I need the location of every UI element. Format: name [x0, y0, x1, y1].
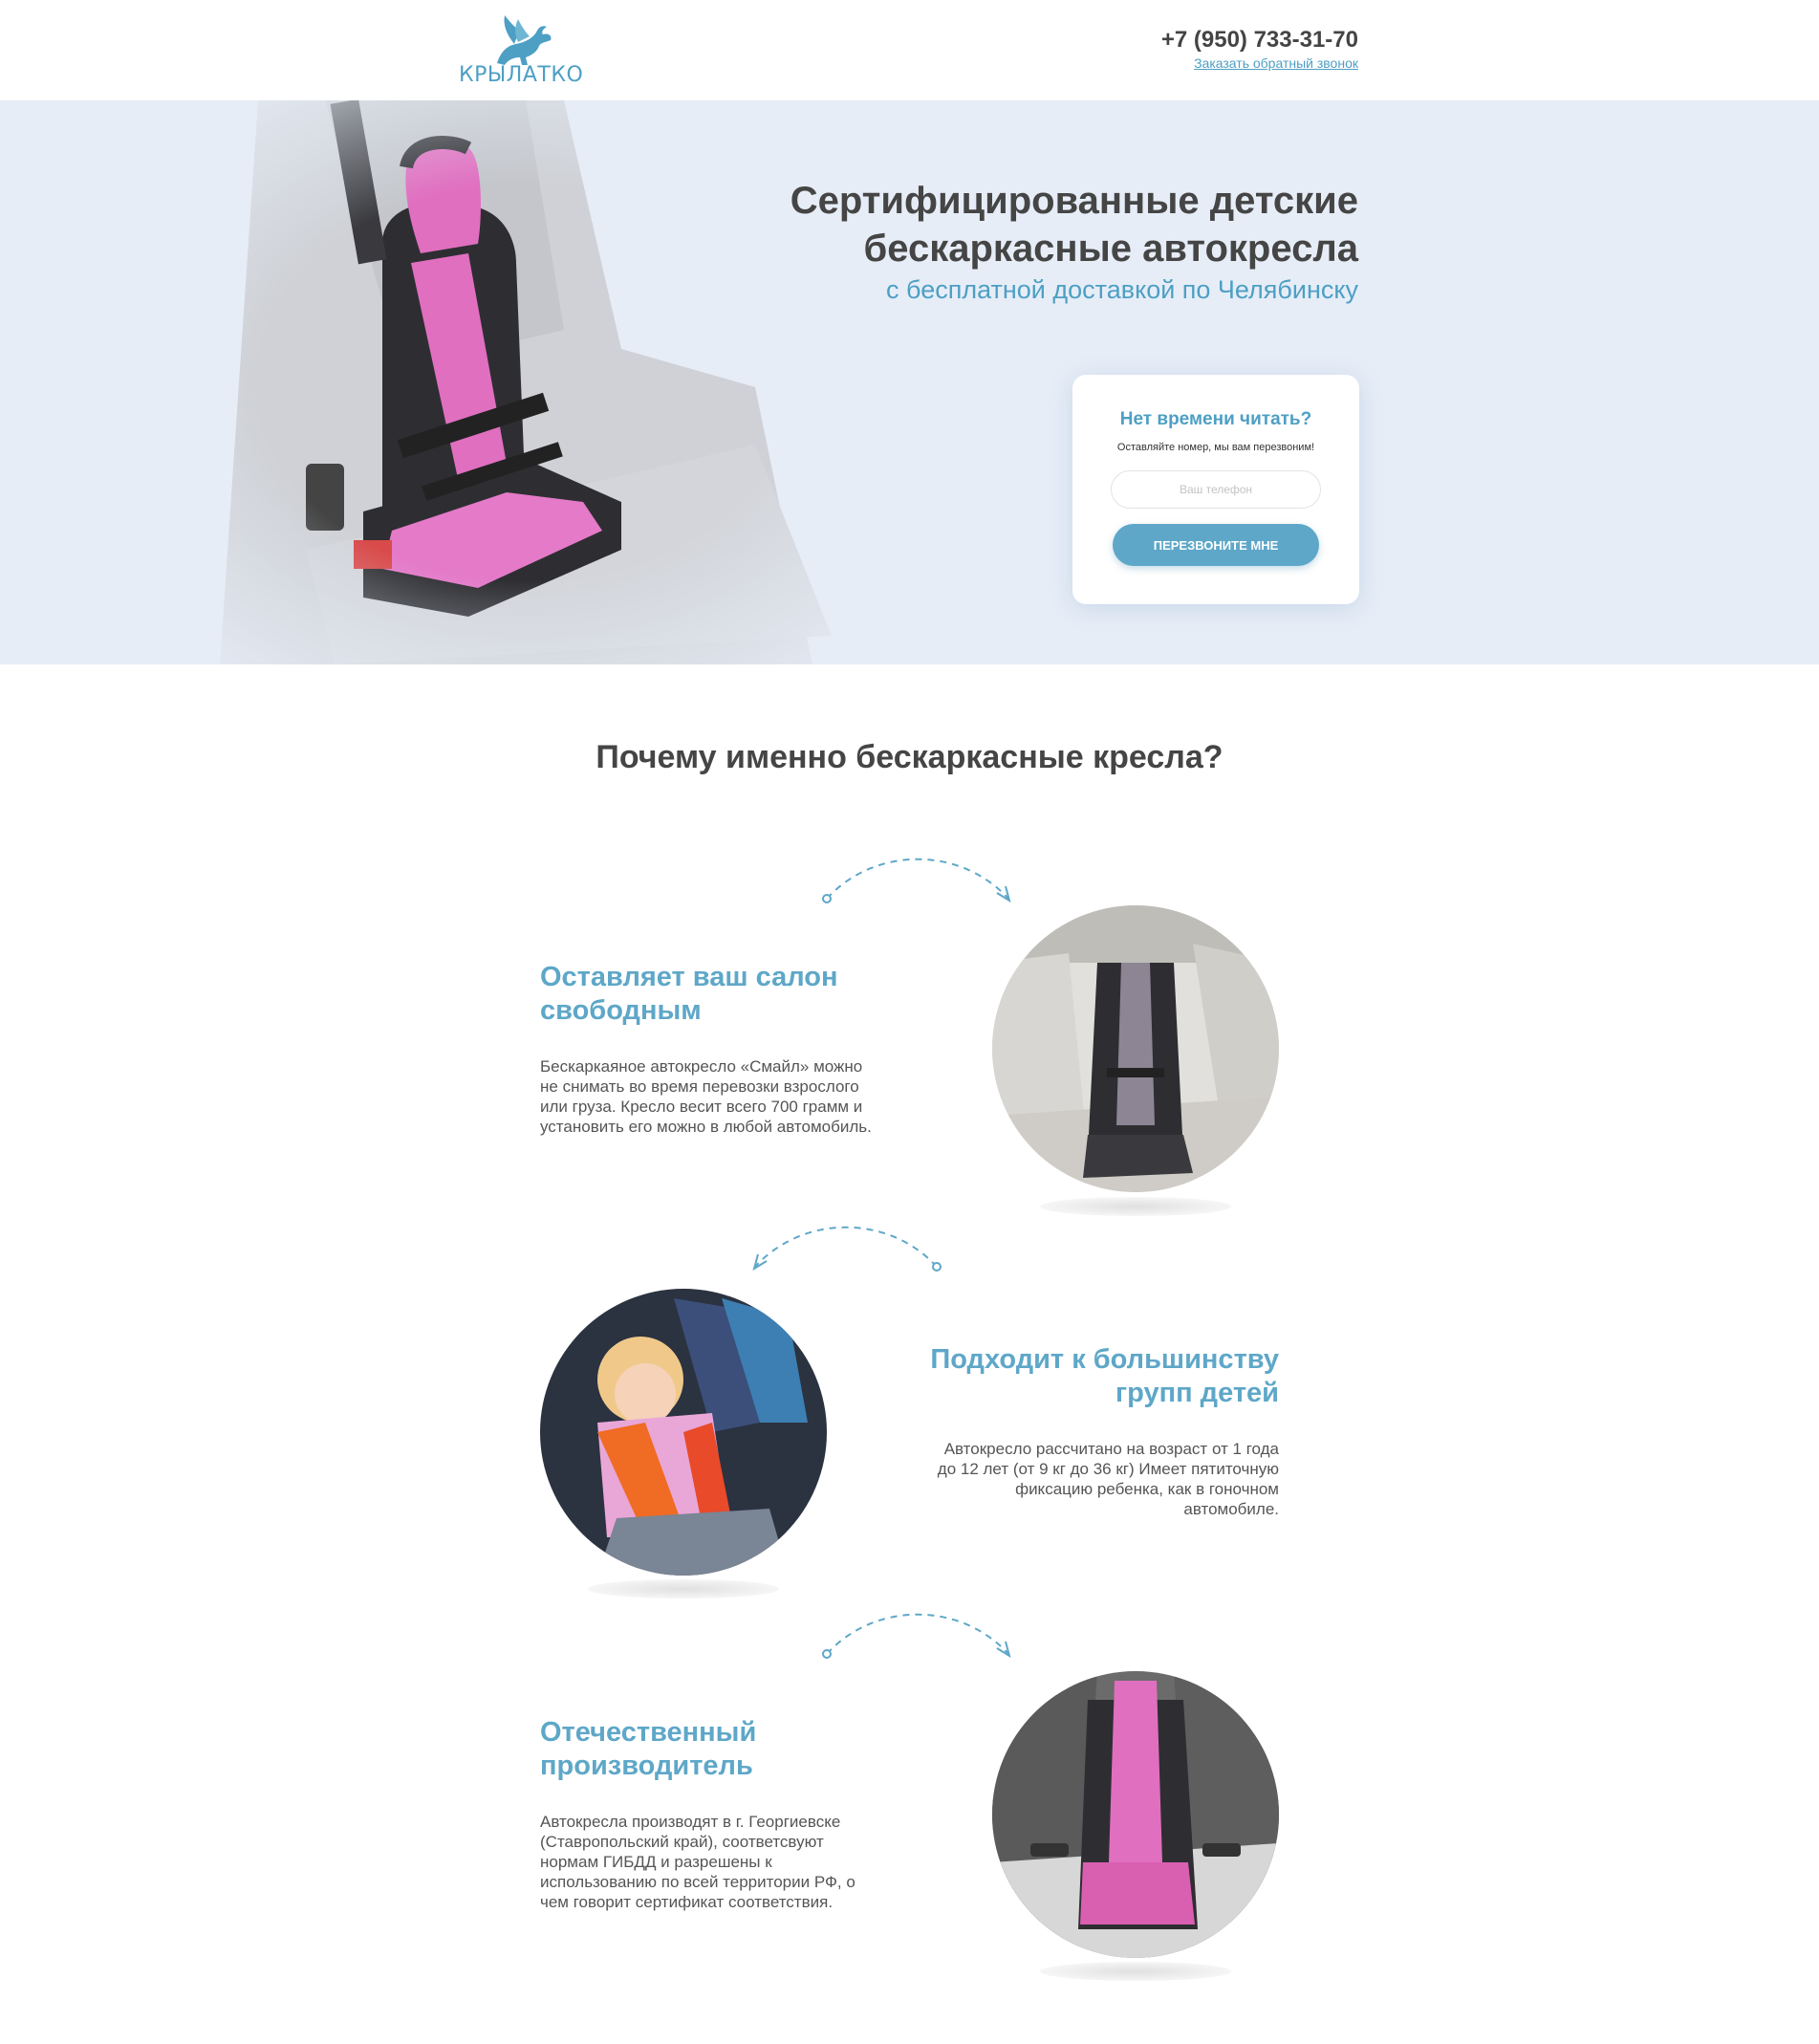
callback-link[interactable]: Заказать обратный звонок: [1194, 55, 1358, 71]
feature-2-text-line: автомобиле.: [1183, 1500, 1279, 1518]
feature-3-title: Отечественный производитель: [540, 1716, 756, 1783]
why-section-title: Почему именно бескаркасные кресла?: [596, 739, 1223, 775]
feature-2-text: Автокресло рассчитано на возраст от 1 го…: [938, 1439, 1279, 1519]
feature-2-text-line: Автокресло рассчитано на возраст от 1 го…: [943, 1440, 1279, 1458]
hero-title: Сертифицированные детские бескаркасные а…: [790, 177, 1358, 272]
feature-1-text-line: Бескаркаяное автокресло «Смайл» можно: [540, 1057, 863, 1076]
dashed-arc-arrow-icon: [822, 858, 1011, 903]
feature-3-text: Автокресла производят в г. Георгиевске (…: [540, 1812, 855, 1912]
feature-3-text-line: использованию по всей территории РФ, о: [540, 1873, 855, 1891]
circle-shadow: [1040, 1197, 1231, 1216]
hero-section: Сертифицированные детские бескаркасные а…: [0, 100, 1819, 664]
hero-title-line2: бескаркасные автокресла: [863, 228, 1358, 270]
hero-subtitle: с бесплатной доставкой по Челябинску: [886, 275, 1358, 304]
feature-1-text: Бескаркаяное автокресло «Смайл» можно не…: [540, 1056, 872, 1137]
feature-1-text-line: или груза. Кресло весит всего 700 грамм …: [540, 1098, 863, 1116]
feature-1-title-line1: Оставляет ваш салон: [540, 962, 838, 992]
feature-1-text-line: установить его можно в любой автомобиль.: [540, 1118, 872, 1136]
feature-3-text-line: Автокресла производят в г. Георгиевске: [540, 1813, 841, 1831]
feature-2-image: [540, 1289, 827, 1576]
phone-input[interactable]: [1111, 470, 1321, 509]
header-phone[interactable]: +7 (950) 733-31-70: [1161, 27, 1358, 54]
feature-2-title-line1: Подходит к большинству: [930, 1344, 1279, 1375]
feature-3-title-line1: Отечественный: [540, 1717, 757, 1748]
form-title: Нет времени читать?: [1119, 409, 1312, 429]
form-subtitle: Оставляйте номер, мы вам перезвоним!: [1116, 442, 1315, 453]
dashed-arc-arrow-icon: [752, 1226, 942, 1272]
logo-text: КРЫЛАТКО: [459, 63, 584, 87]
feature-3-title-line2: производитель: [540, 1750, 753, 1781]
call-me-button[interactable]: ПЕРЕЗВОНИТЕ МНЕ: [1113, 524, 1319, 566]
feature-1-title: Оставляет ваш салон свободным: [540, 961, 838, 1028]
feature-1-title-line2: свободным: [540, 995, 702, 1026]
callback-form: Нет времени читать? Оставляйте номер, мы…: [1072, 375, 1359, 604]
logo[interactable]: КРЫЛАТКО: [459, 13, 583, 90]
feature-1-text-line: не снимать во время перевозки взрослого: [540, 1077, 859, 1096]
feature-3-text-line: нормам ГИБДД и разрешены к: [540, 1853, 772, 1871]
site-header: КРЫЛАТКО +7 (950) 733-31-70 Заказать обр…: [0, 0, 1819, 100]
feature-2-text-line: фиксацию ребенка, как в гоночном: [1015, 1480, 1279, 1498]
feature-2-text-line: до 12 лет (от 9 кг до 36 кг) Имеет пятит…: [937, 1460, 1279, 1478]
feature-3-text-line: чем говорит сертификат соответствия.: [540, 1893, 834, 1911]
pegasus-logo-icon: [497, 15, 552, 65]
dashed-arc-arrow-icon: [822, 1613, 1011, 1659]
feature-1-image: [992, 905, 1279, 1192]
feature-3-image: [992, 1671, 1279, 1958]
hero-title-line1: Сертифицированные детские: [790, 180, 1358, 222]
circle-shadow: [588, 1579, 779, 1598]
feature-2-title-line2: групп детей: [1115, 1378, 1279, 1408]
feature-2-title: Подходит к большинству групп детей: [930, 1343, 1279, 1410]
feature-3-text-line: (Ставропольский край), соответсвуют: [540, 1833, 824, 1851]
circle-shadow: [1040, 1962, 1231, 1981]
